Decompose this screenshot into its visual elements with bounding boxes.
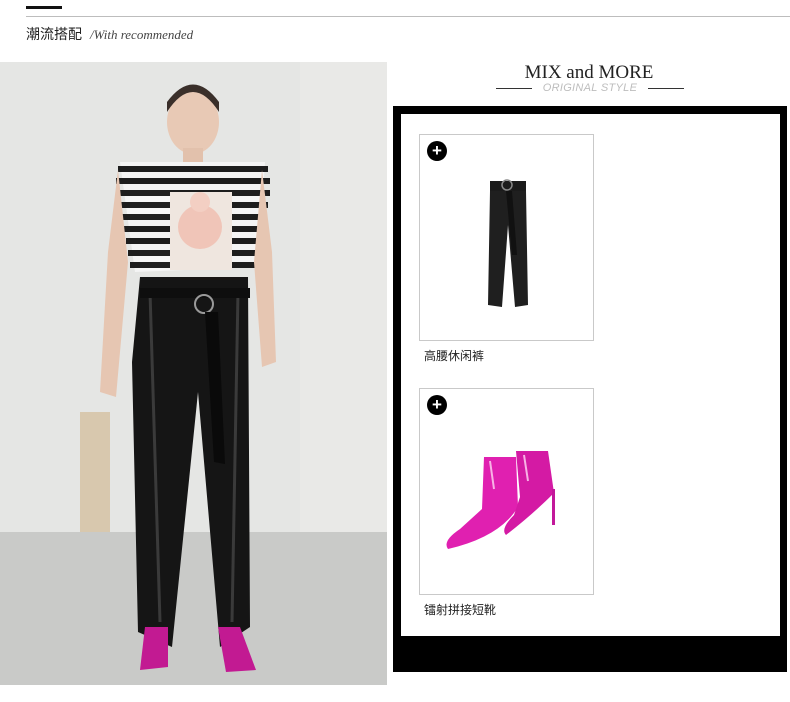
product-card-boots[interactable]: + [419,388,594,595]
plus-circle-icon[interactable]: + [427,141,447,161]
header-divider [26,16,790,17]
model-photo [0,62,387,685]
mix-rule-right [648,88,684,89]
plus-circle-icon[interactable]: + [427,395,447,415]
product-name-boots[interactable]: 镭射拼接短靴 [424,601,496,618]
section-subtitle: /With recommended [90,27,194,42]
mix-title: MIX and MORE [524,62,654,83]
header-accent-bar [26,6,62,9]
product-panel-inner: + 高腰休闲裤 + 镭射拼接短靴 [401,114,780,636]
mix-subtitle-row: ORIGINAL STYLE [496,82,684,96]
product-name-trousers[interactable]: 高腰休闲裤 [424,347,484,364]
mix-rule-left [496,88,532,89]
product-panel: + 高腰休闲裤 + 镭射拼接短靴 [393,106,787,672]
boots-image [446,451,555,549]
section-title: 潮流搭配 [26,27,82,43]
section-header: 潮流搭配 /With recommended [26,24,193,44]
trousers-image [488,179,528,307]
product-card-trousers[interactable]: + [419,134,594,341]
model-illustration [0,62,387,685]
mix-subtitle: ORIGINAL STYLE [542,82,638,94]
